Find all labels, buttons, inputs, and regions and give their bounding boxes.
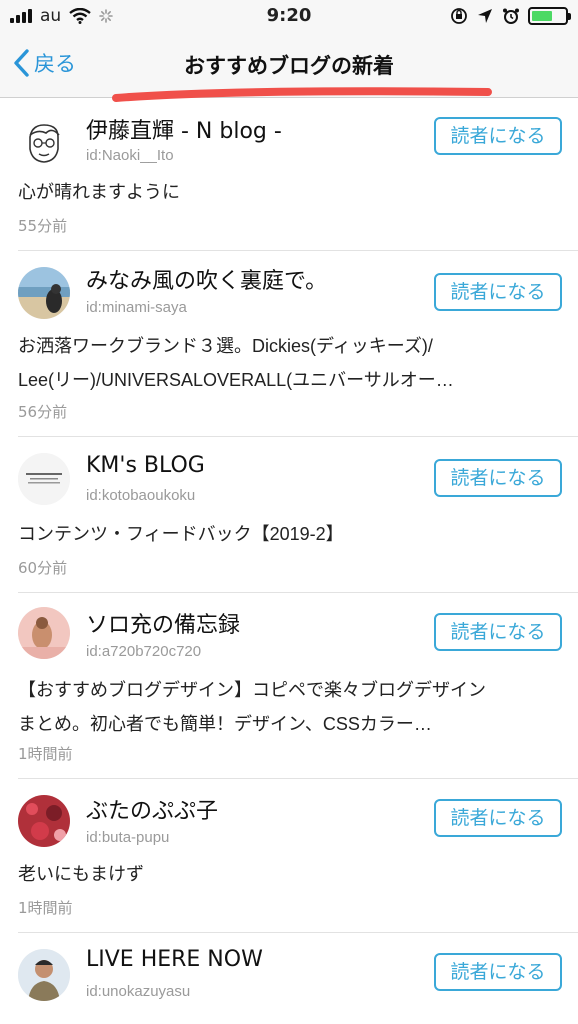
entry-title-line: コンテンツ・フィードバック【2019-2】 [18,524,344,544]
entry-title[interactable]: 心が晴れますように [18,175,562,209]
avatar[interactable] [18,949,70,1001]
red-photo-icon [18,795,70,847]
alarm-icon [503,8,519,24]
avatar[interactable] [18,453,70,505]
blog-name[interactable]: LIVE HERE NOW [86,947,263,972]
entry-title[interactable]: 【おすすめブログデザイン】コピペで楽々ブログデザイン まとめ。初心者でも簡単！デ… [18,673,562,741]
entry-title-line: 心が晴れますように [18,182,180,202]
entry-time: 60分前 [18,559,68,577]
entry-title-line: 老いにもまけず [18,864,144,884]
blog-name[interactable]: ソロ充の備忘録 [86,607,240,639]
follow-button[interactable]: 読者になる [434,613,562,651]
blog-id: id:minami-saya [86,299,187,316]
page-title: おすすめブログの新着 [184,54,394,78]
entry-title-line: まとめ。初心者でも簡単！デザイン、CSSカラー… [18,714,432,734]
blog-list: 伊藤直輝 - N blog - id:Naoki__Ito 読者になる 心が晴れ… [0,99,578,1024]
entry-title-line: 【おすすめブログデザイン】コピペで楽々ブログデザイン [18,680,486,700]
battery-icon [528,7,571,25]
follow-button[interactable]: 読者になる [434,799,562,837]
face-drawing-icon [18,117,70,169]
list-item[interactable]: LIVE HERE NOW id:unokazuyasu 読者になる [18,933,578,1024]
person-photo-icon [18,949,70,1001]
blog-name[interactable]: みなみ風の吹く裏庭で。 [86,263,327,295]
blog-id: id:buta-pupu [86,829,170,846]
list-item[interactable]: みなみ風の吹く裏庭で。 id:minami-saya 読者になる お洒落ワークブ… [18,251,578,437]
follow-button[interactable]: 読者になる [434,459,562,497]
blog-name[interactable]: 伊藤直輝 - N blog - [86,113,282,145]
entry-title[interactable]: お洒落ワークブランド３選。Dickies(ディッキーズ)/ Lee(リー)/UN… [18,329,562,397]
text-logo-icon [18,453,70,505]
beach-photo-icon [18,267,70,319]
list-item[interactable]: ソロ充の備忘録 id:a720b720c720 読者になる 【おすすめブログデザ… [18,593,578,779]
blog-id: id:kotobaoukoku [86,487,196,504]
status-right [450,7,571,25]
location-icon [478,9,492,23]
entry-time: 56分前 [18,403,68,421]
blog-id: id:Naoki__Ito [86,147,174,164]
blog-id: id:a720b720c720 [86,643,202,660]
entry-title-line: Lee(リー)/UNIVERSALOVERALL(ユニバーサルオー… [18,370,454,390]
blog-name[interactable]: ぶたのぷぷ子 [86,793,218,825]
list-item[interactable]: 伊藤直輝 - N blog - id:Naoki__Ito 読者になる 心が晴れ… [18,99,578,251]
entry-time: 1時間前 [18,899,73,917]
blog-name[interactable]: KM's BLOG [86,453,205,478]
list-item[interactable]: ぶたのぷぷ子 id:buta-pupu 読者になる 老いにもまけず 1時間前 [18,779,578,933]
entry-title-line: お洒落ワークブランド３選。Dickies(ディッキーズ)/ [18,336,433,356]
orientation-lock-icon [451,8,467,24]
avatar[interactable] [18,607,70,659]
status-bar: au 9:20 [0,0,578,34]
entry-time: 55分前 [18,217,68,235]
entry-time: 1時間前 [18,745,73,763]
list-item[interactable]: KM's BLOG id:kotobaoukoku 読者になる コンテンツ・フィ… [18,437,578,593]
avatar[interactable] [18,117,70,169]
pink-photo-icon [18,607,70,659]
follow-button[interactable]: 読者になる [434,273,562,311]
avatar[interactable] [18,795,70,847]
follow-button[interactable]: 読者になる [434,953,562,991]
entry-title[interactable]: コンテンツ・フィードバック【2019-2】 [18,517,562,551]
entry-title[interactable]: 老いにもまけず [18,857,562,891]
follow-button[interactable]: 読者になる [434,117,562,155]
avatar[interactable] [18,267,70,319]
blog-id: id:unokazuyasu [86,983,191,1000]
